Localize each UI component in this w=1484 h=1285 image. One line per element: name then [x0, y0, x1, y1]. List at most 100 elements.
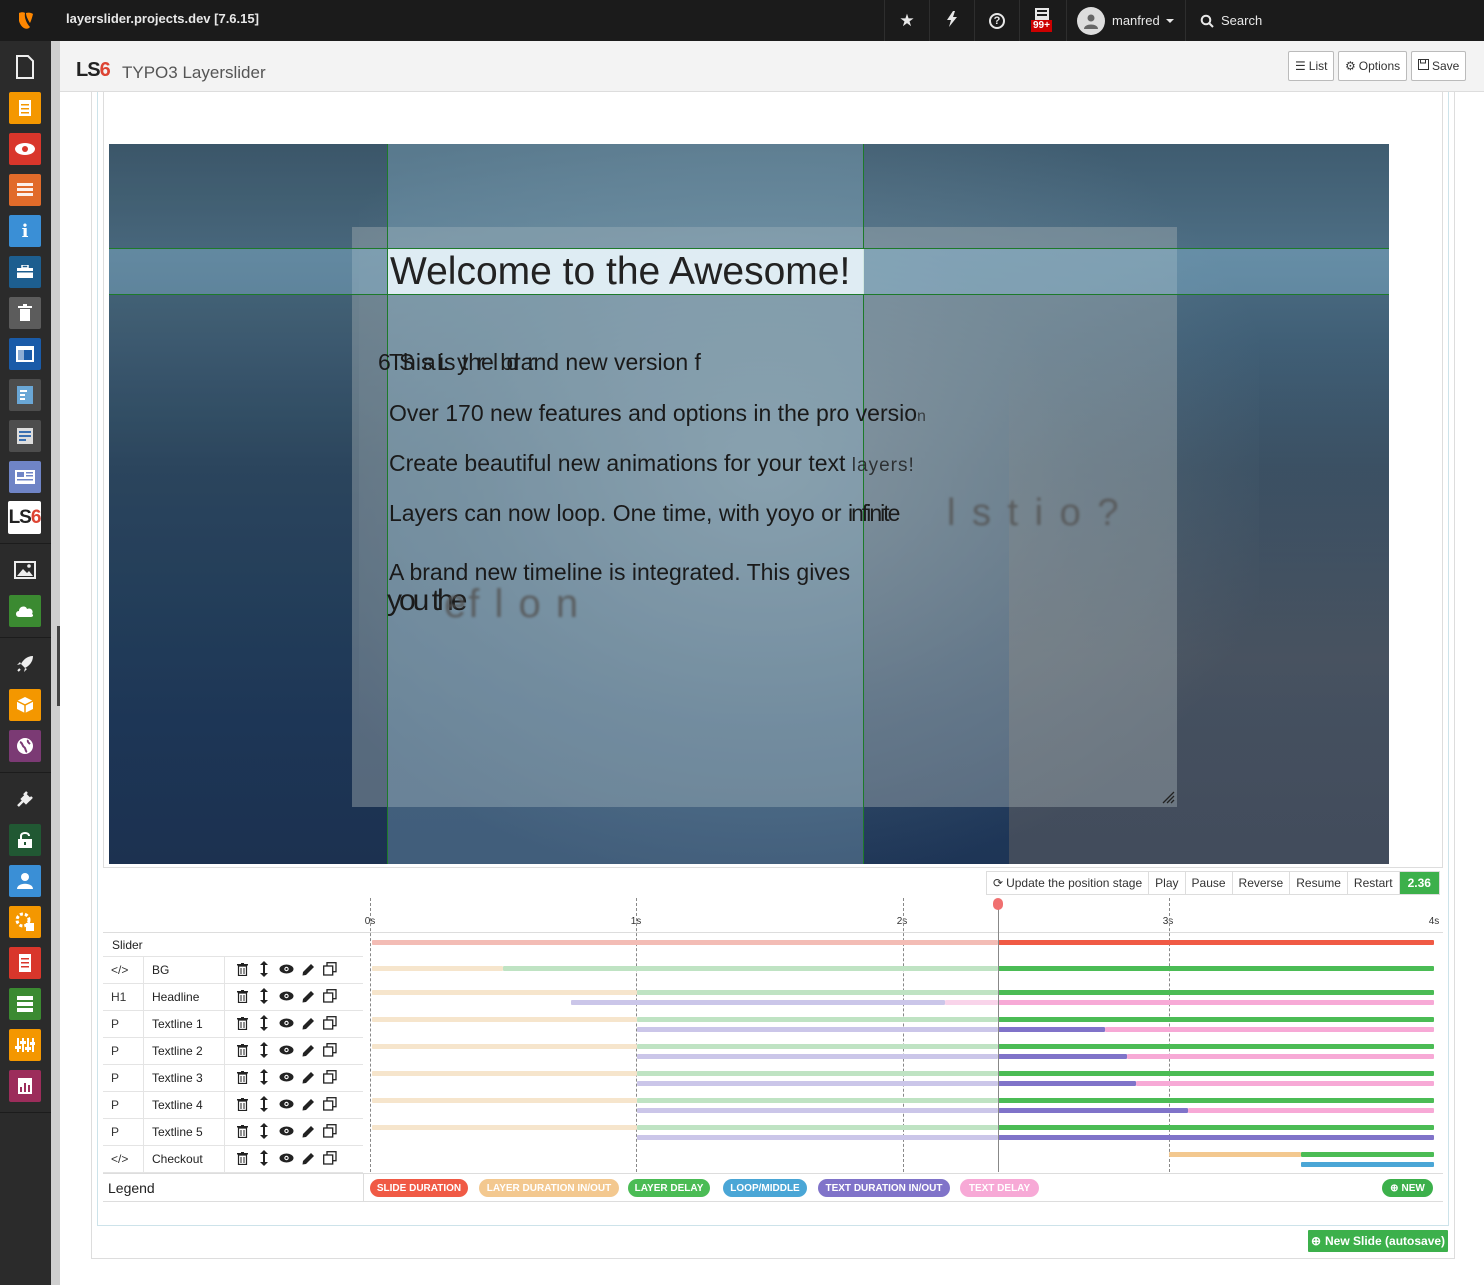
trash-icon[interactable]	[234, 1069, 250, 1085]
move-icon[interactable]	[256, 1096, 272, 1112]
textline-1-layer[interactable]: This is the brand new version f	[389, 349, 701, 376]
module-access[interactable]	[9, 824, 41, 856]
textline-2-layer[interactable]: Over 170 new features and options in the…	[389, 400, 926, 427]
layer-row[interactable]: </> Checkout	[103, 1146, 363, 1173]
layer-row[interactable]: </> BG	[103, 957, 363, 984]
duplicate-icon[interactable]	[322, 1069, 338, 1085]
layer-row[interactable]: H1 Headline	[103, 984, 363, 1011]
module-db-check[interactable]	[9, 988, 41, 1020]
resize-handle-icon[interactable]	[1161, 790, 1175, 804]
move-icon[interactable]	[256, 1123, 272, 1139]
help-button[interactable]: ?	[974, 0, 1019, 41]
trash-icon[interactable]	[234, 961, 250, 977]
eye-icon[interactable]	[278, 1096, 294, 1112]
bookmark-button[interactable]: ★	[884, 0, 929, 41]
trash-icon[interactable]	[234, 1015, 250, 1031]
pencil-icon[interactable]	[300, 1096, 316, 1112]
module-filelist-admin[interactable]	[9, 379, 41, 411]
playhead[interactable]	[998, 900, 999, 1172]
module-launch[interactable]	[9, 648, 41, 680]
pencil-icon[interactable]	[300, 1123, 316, 1139]
pencil-icon[interactable]	[300, 1150, 316, 1166]
module-reports[interactable]	[9, 947, 41, 979]
restart-button[interactable]: Restart	[1348, 872, 1400, 894]
pencil-icon[interactable]	[300, 1042, 316, 1058]
module-recycler[interactable]	[9, 297, 41, 329]
layer-row[interactable]: P Textline 4	[103, 1092, 363, 1119]
module-admin-tools[interactable]	[9, 783, 41, 815]
playhead-knob[interactable]	[993, 898, 1003, 910]
module-layerslider[interactable]: LS6	[8, 501, 41, 534]
search-button[interactable]: Search	[1185, 0, 1484, 41]
layer-row[interactable]: P Textline 1	[103, 1011, 363, 1038]
module-stats[interactable]	[9, 1070, 41, 1102]
trash-icon[interactable]	[234, 988, 250, 1004]
pause-button[interactable]: Pause	[1186, 872, 1233, 894]
module-form[interactable]	[9, 420, 41, 452]
save-button[interactable]: Save	[1411, 51, 1467, 81]
eye-icon[interactable]	[278, 1042, 294, 1058]
pencil-icon[interactable]	[300, 961, 316, 977]
eye-icon[interactable]	[278, 1123, 294, 1139]
textline-3-layer[interactable]: Create beautiful new animations for your…	[389, 450, 915, 477]
move-icon[interactable]	[256, 1042, 272, 1058]
duplicate-icon[interactable]	[322, 961, 338, 977]
eye-icon[interactable]	[278, 1069, 294, 1085]
layer-row[interactable]: P Textline 2	[103, 1038, 363, 1065]
module-list[interactable]	[9, 174, 41, 206]
play-button[interactable]: Play	[1149, 872, 1186, 894]
pencil-icon[interactable]	[300, 1015, 316, 1031]
move-icon[interactable]	[256, 1069, 272, 1085]
trash-icon[interactable]	[234, 1123, 250, 1139]
reverse-button[interactable]: Reverse	[1233, 872, 1291, 894]
trash-icon[interactable]	[234, 1042, 250, 1058]
move-icon[interactable]	[256, 1015, 272, 1031]
module-view[interactable]	[9, 133, 41, 165]
move-icon[interactable]	[256, 988, 272, 1004]
layer-row[interactable]: P Textline 5	[103, 1119, 363, 1146]
module-sites[interactable]	[9, 730, 41, 762]
typo3-logo-icon[interactable]	[0, 0, 51, 41]
clear-cache-button[interactable]	[929, 0, 974, 41]
system-information-button[interactable]: 99+	[1019, 0, 1066, 41]
module-media[interactable]	[9, 554, 41, 586]
resume-button[interactable]: Resume	[1290, 872, 1348, 894]
module-info[interactable]: i	[9, 215, 41, 247]
module-configuration[interactable]	[9, 1029, 41, 1061]
layer-row[interactable]: P Textline 3	[103, 1065, 363, 1092]
list-button[interactable]: ☰ List	[1288, 51, 1335, 81]
eye-icon[interactable]	[278, 988, 294, 1004]
duplicate-icon[interactable]	[322, 1015, 338, 1031]
pencil-icon[interactable]	[300, 988, 316, 1004]
eye-icon[interactable]	[278, 1015, 294, 1031]
update-position-button[interactable]: ⟳ Update the position stage	[987, 872, 1150, 894]
site-title[interactable]: layerslider.projects.dev [7.6.15]	[66, 11, 259, 26]
module-layout[interactable]	[9, 338, 41, 370]
move-icon[interactable]	[256, 1150, 272, 1166]
duplicate-icon[interactable]	[322, 1150, 338, 1166]
new-layer-button[interactable]: ⊕ NEW	[1382, 1179, 1433, 1197]
slide-stage[interactable]: Welcome to the Awesome! 6 S aL y r l d r…	[109, 144, 1389, 864]
eye-icon[interactable]	[278, 1150, 294, 1166]
new-slide-button[interactable]: ⊕ New Slide (autosave)	[1308, 1230, 1448, 1252]
module-workspaces[interactable]	[9, 256, 41, 288]
textline-4-layer[interactable]: Layers can now loop. One time, with yoyo…	[389, 500, 900, 527]
duplicate-icon[interactable]	[322, 988, 338, 1004]
duplicate-icon[interactable]	[322, 1096, 338, 1112]
eye-icon[interactable]	[278, 961, 294, 977]
trash-icon[interactable]	[234, 1150, 250, 1166]
module-news[interactable]	[9, 461, 41, 493]
user-menu[interactable]: manfred	[1066, 0, 1185, 41]
module-cloud[interactable]	[9, 595, 41, 627]
module-scheduler[interactable]	[9, 906, 41, 938]
module-users[interactable]	[9, 865, 41, 897]
duplicate-icon[interactable]	[322, 1042, 338, 1058]
module-page[interactable]	[9, 51, 41, 83]
trash-icon[interactable]	[234, 1096, 250, 1112]
move-icon[interactable]	[256, 961, 272, 977]
duplicate-icon[interactable]	[322, 1123, 338, 1139]
headline-layer[interactable]: Welcome to the Awesome!	[388, 249, 864, 294]
module-filelist[interactable]	[9, 92, 41, 124]
module-extensions[interactable]	[9, 689, 41, 721]
pencil-icon[interactable]	[300, 1069, 316, 1085]
